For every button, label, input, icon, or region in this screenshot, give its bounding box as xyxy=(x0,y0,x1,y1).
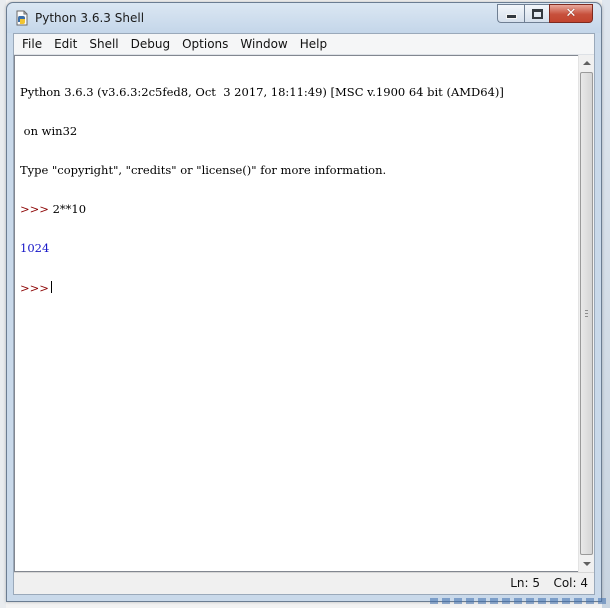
current-input-line[interactable]: >>> xyxy=(20,281,504,295)
scroll-up-button[interactable] xyxy=(579,55,594,71)
menu-shell[interactable]: Shell xyxy=(83,34,124,54)
arrow-up-icon xyxy=(582,61,591,65)
desktop-edge xyxy=(602,0,610,608)
vertical-scrollbar[interactable] xyxy=(578,55,594,572)
grip-icon xyxy=(585,315,588,317)
close-button[interactable]: ✕ xyxy=(549,4,593,23)
menu-bar: File Edit Shell Debug Options Window Hel… xyxy=(14,34,594,55)
maximize-icon xyxy=(531,8,543,19)
status-bar: Ln: 5 Col: 4 xyxy=(14,572,594,594)
scroll-down-button[interactable] xyxy=(579,556,594,572)
arrow-down-icon xyxy=(582,562,591,566)
banner-line: Python 3.6.3 (v3.6.3:2c5fed8, Oct 3 2017… xyxy=(20,85,504,99)
maximize-button[interactable] xyxy=(524,4,549,23)
window-controls: ✕ xyxy=(497,4,593,24)
text-cursor xyxy=(50,281,53,293)
title-bar[interactable]: Python 3.6.3 Shell ✕ xyxy=(7,3,601,33)
menu-help[interactable]: Help xyxy=(294,34,333,54)
minimize-button[interactable] xyxy=(497,4,524,23)
shell-output: Python 3.6.3 (v3.6.3:2c5fed8, Oct 3 2017… xyxy=(20,60,504,320)
result-line: 1024 xyxy=(20,241,50,255)
menu-edit[interactable]: Edit xyxy=(48,34,83,54)
window-client: File Edit Shell Debug Options Window Hel… xyxy=(13,33,595,595)
column-number: Col: 4 xyxy=(553,576,588,590)
close-icon: ✕ xyxy=(565,6,577,21)
python-icon xyxy=(16,10,28,26)
window-title: Python 3.6.3 Shell xyxy=(35,11,145,25)
menu-debug[interactable]: Debug xyxy=(125,34,176,54)
grip-icon xyxy=(585,309,588,311)
shell-text-area[interactable]: Python 3.6.3 (v3.6.3:2c5fed8, Oct 3 2017… xyxy=(14,55,578,572)
banner-line: Type "copyright", "credits" or "license(… xyxy=(20,163,387,177)
shell-prompt: >>> xyxy=(20,202,49,216)
banner-line: on win32 xyxy=(20,124,78,138)
desktop-background-text xyxy=(430,592,610,608)
minimize-icon xyxy=(505,14,517,19)
shell-prompt: >>> xyxy=(20,281,49,295)
menu-window[interactable]: Window xyxy=(234,34,293,54)
menu-options[interactable]: Options xyxy=(176,34,234,54)
scrollbar-thumb[interactable] xyxy=(580,72,593,555)
idle-shell-window: Python 3.6.3 Shell ✕ File Edit Shell Deb… xyxy=(6,2,602,602)
line-number: Ln: 5 xyxy=(510,576,540,590)
grip-icon xyxy=(585,312,588,314)
menu-file[interactable]: File xyxy=(16,34,48,54)
input-line: >>> 2**10 xyxy=(20,203,504,216)
command-text: 2**10 xyxy=(48,202,87,216)
